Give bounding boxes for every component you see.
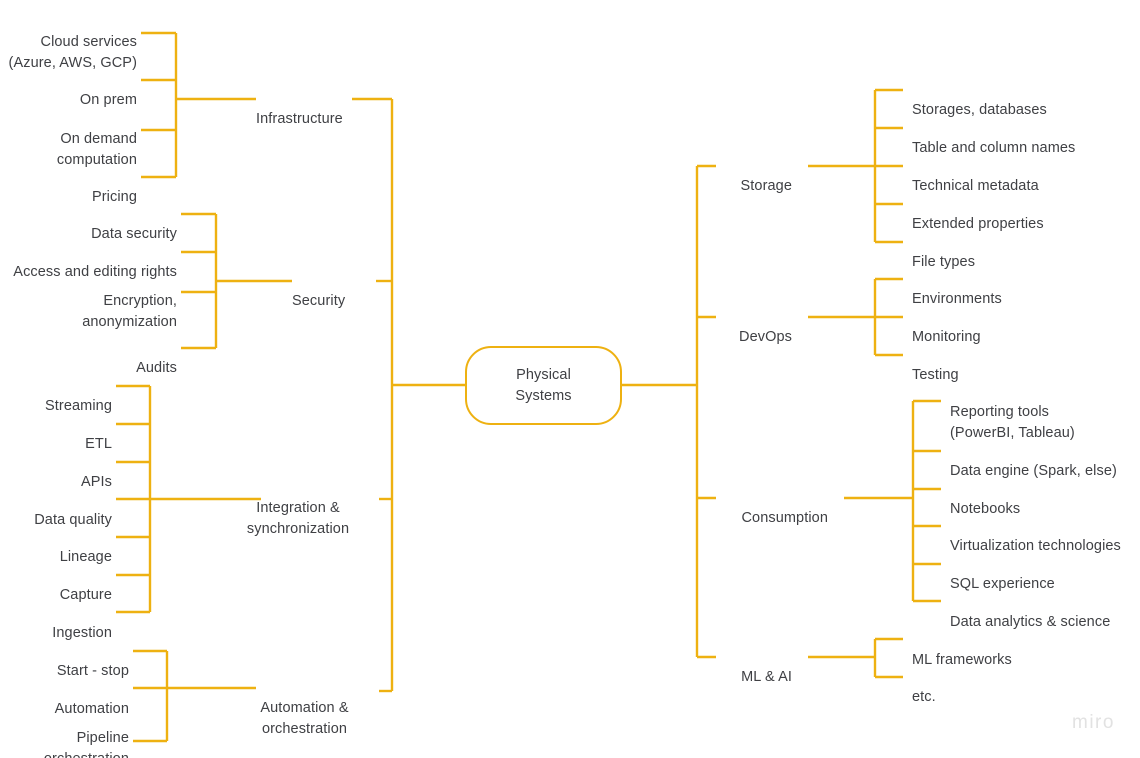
leaf-storages-databases-label: Storages, databases [912,102,1047,118]
leaf-data-security-label: Data security [91,226,177,242]
leaf-environments-label: Environments [912,291,1002,307]
root-node-label: Physical Systems [515,366,572,404]
leaf-pipeline-orchestration-label: Pipeline orchestration [44,730,129,758]
leaf-table-column-names[interactable]: Table and column names [912,117,1140,159]
leaf-table-column-names-label: Table and column names [912,140,1076,156]
branch-devops[interactable]: DevOps [672,306,792,348]
leaf-data-engine-label: Data engine (Spark, else) [950,463,1117,479]
miro-watermark: miro [1072,712,1115,734]
branch-storage[interactable]: Storage [672,155,792,197]
leaf-streaming[interactable]: Streaming [0,375,112,417]
leaf-notebooks[interactable]: Notebooks [950,478,1140,520]
leaf-ingestion[interactable]: Ingestion [0,602,112,644]
root-node-physical-systems[interactable]: Physical Systems [465,346,622,425]
leaf-environments[interactable]: Environments [912,268,1140,310]
leaf-cloud-services[interactable]: Cloud services (Azure, AWS, GCP) [0,11,137,74]
leaf-storages-databases[interactable]: Storages, databases [912,79,1140,121]
leaf-lineage-label: Lineage [59,549,112,565]
leaf-on-prem[interactable]: On prem [0,69,137,111]
leaf-on-prem-label: On prem [79,92,137,108]
leaf-extended-properties-label: Extended properties [912,216,1044,232]
leaf-lineage[interactable]: Lineage [0,526,112,568]
branch-infrastructure[interactable]: Infrastructure [256,88,416,130]
leaf-streaming-label: Streaming [45,398,112,414]
leaf-monitoring-label: Monitoring [912,329,981,345]
leaf-data-quality[interactable]: Data quality [0,489,112,531]
leaf-start-stop-label: Start - stop [56,663,129,679]
leaf-sql-experience[interactable]: SQL experience [950,553,1140,595]
branch-automation-orchestration[interactable]: Automation & orchestration [239,677,370,740]
branch-storage-label: Storage [740,178,792,194]
leaf-data-analytics-science[interactable]: Data analytics & science [950,591,1140,633]
leaf-encryption-anonymization-label: Encryption, anonymization [82,293,177,330]
leaf-on-demand-computation-label: On demand computation [56,131,137,168]
leaf-technical-metadata-label: Technical metadata [912,178,1039,194]
leaf-capture[interactable]: Capture [0,564,112,606]
leaf-pipeline-orchestration[interactable]: Pipeline orchestration [0,707,129,758]
branch-security[interactable]: Security [292,270,452,312]
leaf-apis-label: APIs [80,474,112,490]
leaf-monitoring[interactable]: Monitoring [912,306,1140,348]
leaf-file-types[interactable]: File types [912,231,1140,273]
branch-automation-orchestration-label: Automation & orchestration [260,700,349,737]
leaf-etc[interactable]: etc. [912,666,1140,708]
leaf-etc-label: etc. [912,689,936,705]
leaf-data-analytics-science-label: Data analytics & science [950,614,1111,630]
branch-integration-synchronization-label: Integration & synchronization [246,500,350,537]
leaf-encryption-anonymization[interactable]: Encryption, anonymization [0,270,177,333]
branch-integration-synchronization[interactable]: Integration & synchronization [224,477,372,540]
miro-watermark-label: miro [1072,712,1115,733]
leaf-data-security[interactable]: Data security [0,203,177,245]
leaf-virtualization-technologies-label: Virtualization technologies [950,538,1121,554]
leaf-capture-label: Capture [59,587,112,603]
leaf-start-stop[interactable]: Start - stop [0,640,129,682]
leaf-audits-label: Audits [136,360,177,376]
leaf-ingestion-label: Ingestion [52,625,112,641]
leaf-virtualization-technologies[interactable]: Virtualization technologies [950,515,1140,557]
leaf-audits[interactable]: Audits [0,337,177,379]
leaf-reporting-tools-label: Reporting tools (PowerBI, Tableau) [950,404,1075,441]
branch-security-label: Security [292,293,346,309]
leaf-reporting-tools[interactable]: Reporting tools (PowerBI, Tableau) [950,381,1140,444]
mindmap-canvas: Physical Systems Infrastructure Cloud se… [0,0,1140,758]
leaf-cloud-services-label: Cloud services (Azure, AWS, GCP) [8,34,137,71]
branch-infrastructure-label: Infrastructure [256,111,343,127]
leaf-extended-properties[interactable]: Extended properties [912,193,1140,235]
leaf-data-engine[interactable]: Data engine (Spark, else) [950,440,1140,482]
branch-consumption[interactable]: Consumption [672,487,828,529]
branch-ml-ai-label: ML & AI [741,669,792,685]
branch-ml-ai[interactable]: ML & AI [672,646,792,688]
leaf-ml-frameworks[interactable]: ML frameworks [912,629,1140,671]
leaf-pricing[interactable]: Pricing [0,166,137,208]
branch-consumption-label: Consumption [741,510,828,526]
branch-devops-label: DevOps [739,329,792,345]
leaf-technical-metadata[interactable]: Technical metadata [912,155,1140,197]
leaf-apis[interactable]: APIs [0,451,112,493]
leaf-on-demand-computation[interactable]: On demand computation [0,108,137,171]
leaf-etl-label: ETL [85,436,112,452]
leaf-testing[interactable]: Testing [912,344,1140,386]
leaf-sql-experience-label: SQL experience [950,576,1055,592]
leaf-etl[interactable]: ETL [0,413,112,455]
